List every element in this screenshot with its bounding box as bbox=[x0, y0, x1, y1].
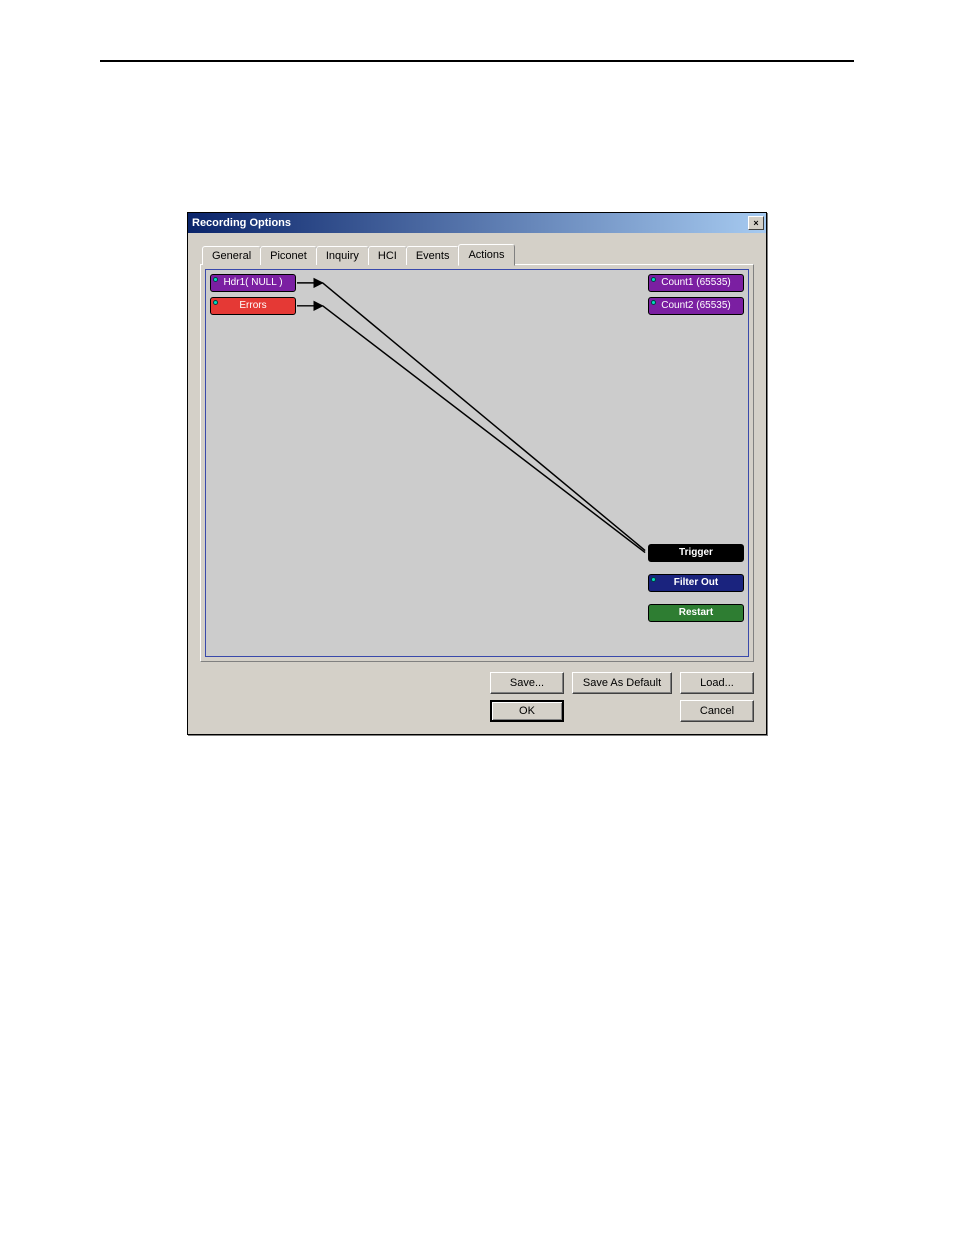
node-trigger[interactable]: Trigger bbox=[648, 544, 744, 562]
node-restart[interactable]: Restart bbox=[648, 604, 744, 622]
node-count2[interactable]: Count2 (65535) bbox=[648, 297, 744, 315]
connector-dot-icon bbox=[213, 300, 218, 305]
tab-actions[interactable]: Actions bbox=[458, 244, 514, 266]
connector-dot-icon bbox=[651, 577, 656, 582]
tab-inquiry[interactable]: Inquiry bbox=[316, 246, 369, 265]
node-label: Trigger bbox=[679, 547, 713, 558]
connection-lines bbox=[206, 270, 748, 656]
close-button[interactable]: × bbox=[748, 216, 764, 230]
connector-dot-icon bbox=[651, 277, 656, 282]
tabstrip: General Piconet Inquiry HCI Events Actio… bbox=[200, 243, 754, 265]
tab-piconet[interactable]: Piconet bbox=[260, 246, 317, 265]
button-row-2: OK Cancel bbox=[200, 700, 754, 722]
horizontal-rule bbox=[100, 60, 854, 62]
dialog-title: Recording Options bbox=[192, 217, 748, 229]
button-row-1: Save... Save As Default Load... bbox=[200, 672, 754, 694]
node-label: Restart bbox=[679, 607, 713, 618]
node-errors[interactable]: Errors bbox=[210, 297, 296, 315]
connector-dot-icon bbox=[651, 300, 656, 305]
node-label: Errors bbox=[239, 300, 266, 311]
tab-events[interactable]: Events bbox=[406, 246, 460, 265]
node-count1[interactable]: Count1 (65535) bbox=[648, 274, 744, 292]
node-hdr1[interactable]: Hdr1( NULL ) bbox=[210, 274, 296, 292]
node-label: Filter Out bbox=[674, 577, 718, 588]
node-label: Hdr1( NULL ) bbox=[223, 277, 282, 288]
node-label: Count2 (65535) bbox=[661, 300, 731, 311]
ok-button[interactable]: OK bbox=[490, 700, 564, 722]
cancel-button[interactable]: Cancel bbox=[680, 700, 754, 722]
tab-general[interactable]: General bbox=[202, 246, 261, 265]
tab-hci[interactable]: HCI bbox=[368, 246, 407, 265]
actions-canvas[interactable]: Hdr1( NULL ) Errors Count1 (65535) Count… bbox=[205, 269, 749, 657]
recording-options-dialog: Recording Options × General Piconet Inqu… bbox=[187, 212, 767, 735]
save-as-default-button[interactable]: Save As Default bbox=[572, 672, 672, 694]
connector-dot-icon bbox=[213, 277, 218, 282]
dialog-body: General Piconet Inquiry HCI Events Actio… bbox=[188, 233, 766, 734]
node-label: Count1 (65535) bbox=[661, 277, 731, 288]
save-button[interactable]: Save... bbox=[490, 672, 564, 694]
node-filter-out[interactable]: Filter Out bbox=[648, 574, 744, 592]
tabpanel-actions: Hdr1( NULL ) Errors Count1 (65535) Count… bbox=[200, 264, 754, 662]
titlebar[interactable]: Recording Options × bbox=[188, 213, 766, 233]
load-button[interactable]: Load... bbox=[680, 672, 754, 694]
